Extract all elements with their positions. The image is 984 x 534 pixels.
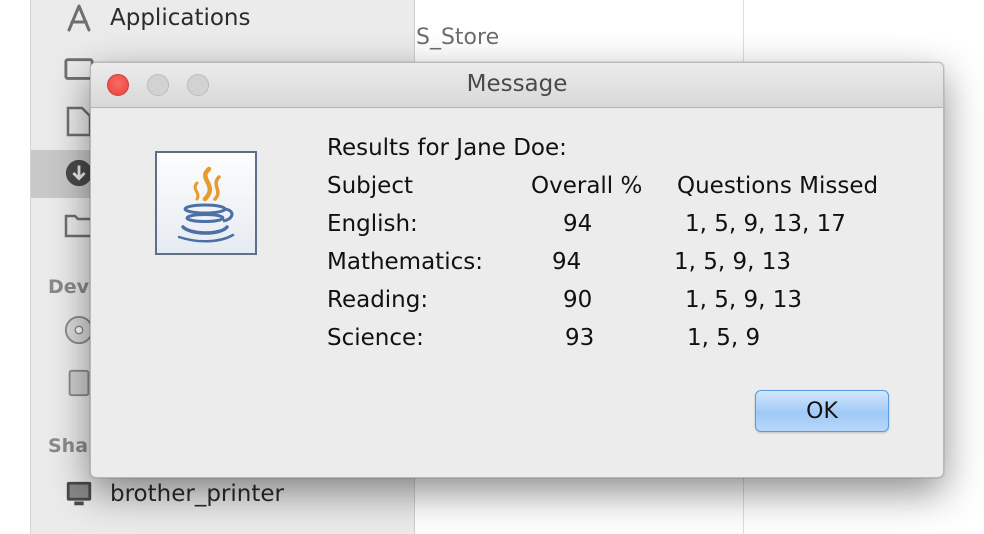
row-subject: Science: <box>327 325 424 351</box>
dialog-titlebar[interactable]: Message <box>91 63 943 108</box>
row-overall: 90 <box>563 287 593 313</box>
dialog-title: Message <box>466 71 568 97</box>
column-header-missed: Questions Missed <box>677 173 879 199</box>
sidebar-item-applications[interactable]: Applications <box>64 3 251 33</box>
row-overall: 94 <box>563 211 593 237</box>
row-subject: Reading: <box>327 287 429 313</box>
sidebar-header-devices: Dev <box>48 276 90 298</box>
sidebar-item-brother-printer[interactable]: brother_printer <box>64 479 284 509</box>
sidebar-item-label: Applications <box>110 5 251 31</box>
row-missed: 1, 5, 9, 13 <box>685 287 803 313</box>
row-missed: 1, 5, 9, 13 <box>674 249 792 275</box>
display-icon <box>64 479 94 509</box>
applications-icon <box>64 3 94 33</box>
message-dialog: Message Results for Jane Doe: Subject Ov… <box>90 62 944 478</box>
row-missed: 1, 5, 9, 13, 17 <box>685 211 846 237</box>
sidebar-header-shared: Sha <box>48 435 89 457</box>
results-heading: Results for Jane Doe: <box>327 135 567 161</box>
row-overall: 94 <box>552 249 582 275</box>
ok-button[interactable]: OK <box>755 390 889 432</box>
row-overall: 93 <box>565 325 595 351</box>
column-header-subject: Subject <box>327 173 413 199</box>
row-subject: English: <box>327 211 418 237</box>
java-logo-icon <box>155 151 257 255</box>
column-header-overall: Overall % <box>531 173 643 199</box>
sidebar-item-label: brother_printer <box>110 481 284 507</box>
row-subject: Mathematics: <box>327 249 483 275</box>
screen: S_Store Applications Dev Sha brother_pri… <box>0 0 984 534</box>
window-edge <box>0 0 31 534</box>
file-item-label[interactable]: S_Store <box>416 25 499 50</box>
row-missed: 1, 5, 9 <box>687 325 761 351</box>
